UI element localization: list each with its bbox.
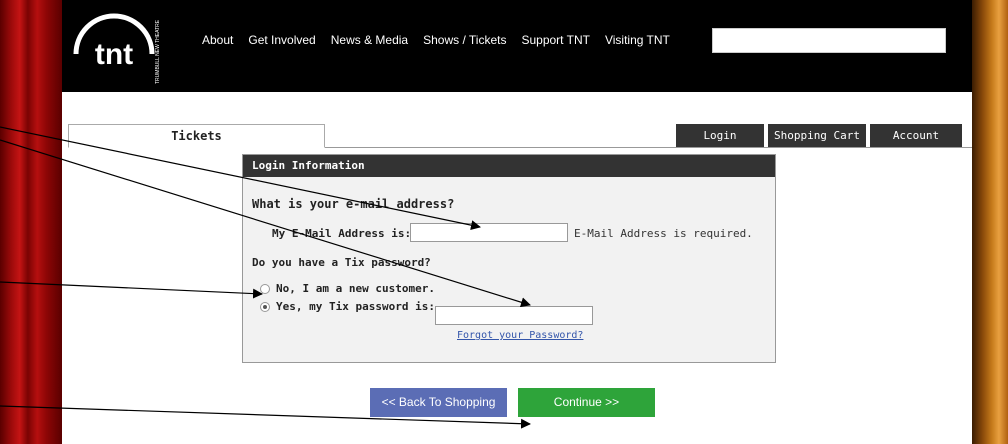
curtain-right-decoration [972,0,1008,444]
main-nav: About Get Involved News & Media Shows / … [202,33,685,47]
forgot-password-link[interactable]: Forgot your Password? [457,330,583,341]
logo-text: tnt [95,38,133,71]
header-search-input[interactable] [712,28,946,53]
email-required-message: E-Mail Address is required. [574,227,753,240]
email-question: What is your e-mail address? [252,197,455,211]
password-field[interactable] [435,306,593,325]
tab-login[interactable]: Login [676,124,764,147]
nav-shows-tickets[interactable]: Shows / Tickets [423,33,506,47]
email-field[interactable] [410,223,568,242]
tab-account[interactable]: Account [870,124,962,147]
tnt-logo[interactable]: tnt TRUMBULL NEW THEATRE [66,6,164,88]
login-panel: Login Information What is your e-mail ad… [242,154,776,363]
radio-existing-customer[interactable] [260,302,270,312]
curtain-left-decoration [0,0,62,444]
radio-new-customer-label: No, I am a new customer. [276,282,435,295]
tab-tickets[interactable]: Tickets [68,124,325,148]
tab-shopping-cart[interactable]: Shopping Cart [768,124,866,147]
continue-button[interactable]: Continue >> [518,388,655,417]
email-label: My E-Mail Address is: [272,227,412,240]
nav-support-tnt[interactable]: Support TNT [521,33,589,47]
nav-visiting-tnt[interactable]: Visiting TNT [605,33,670,47]
radio-existing-customer-label: Yes, my Tix password is: [276,300,435,313]
back-to-shopping-button[interactable]: << Back To Shopping [370,388,507,417]
main-content: Tickets Login Shopping Cart Account Logi… [62,92,972,444]
logo-side-text: TRUMBULL NEW THEATRE [155,19,161,84]
nav-about[interactable]: About [202,33,233,47]
radio-new-customer[interactable] [260,284,270,294]
site-header: tnt TRUMBULL NEW THEATRE About Get Invol… [62,0,972,92]
nav-news-media[interactable]: News & Media [331,33,408,47]
nav-get-involved[interactable]: Get Involved [248,33,315,47]
password-question: Do you have a Tix password? [252,256,431,269]
login-panel-title: Login Information [243,155,775,177]
